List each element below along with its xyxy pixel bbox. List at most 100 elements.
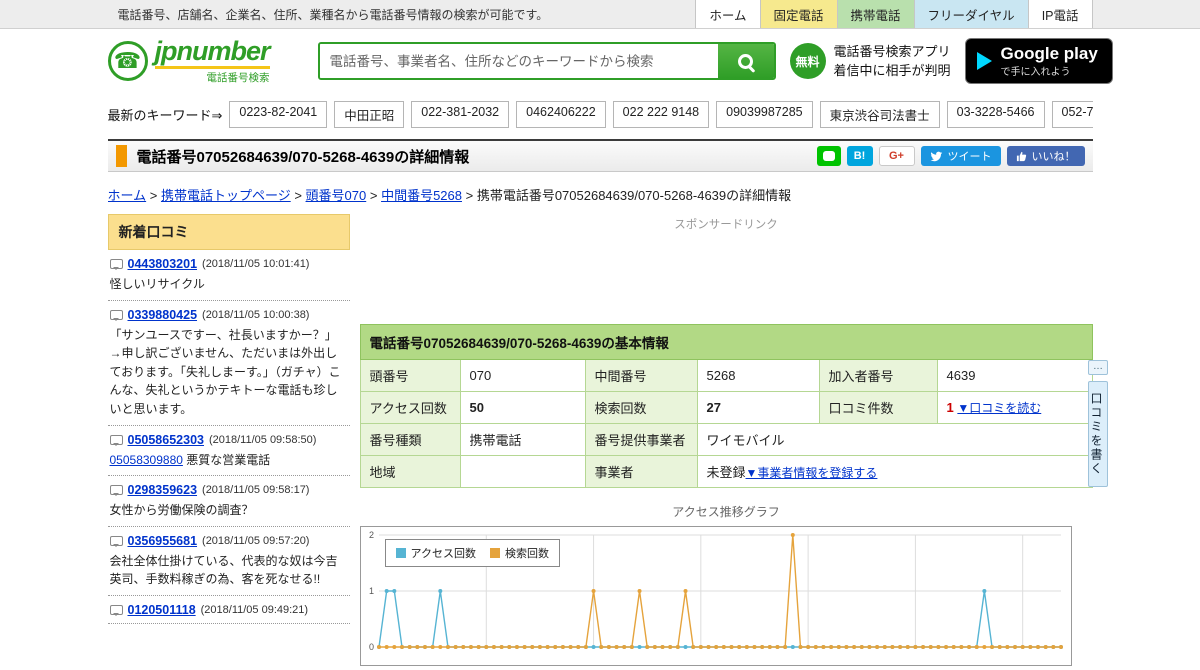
table-row: 頭番号 070 中間番号 5268 加入者番号 4639 xyxy=(359,359,1093,392)
page-title: 電話番号07052684639/070-5268-4639の詳細情報 xyxy=(136,148,470,166)
widget-dots[interactable]: … xyxy=(1088,360,1108,375)
breadcrumb-link[interactable]: 携帯電話トップページ xyxy=(161,188,291,203)
logo-wordmark: jpnumber xyxy=(154,37,271,69)
keyword-label: 最新のキーワード⇒ xyxy=(107,107,223,123)
keyword-list: 0223-82-2041 中田正昭 022-381-2032 0462406222 02… xyxy=(229,100,1093,128)
google-play-badge[interactable]: Google play で手に入れよう xyxy=(964,38,1113,84)
review-phone-link[interactable]: 0298359623 xyxy=(128,483,198,497)
comment-bubble-icon xyxy=(109,259,123,270)
read-reviews-link[interactable]: ▼口コミを読む xyxy=(957,401,1041,415)
info-label: 地域 xyxy=(359,455,461,488)
search-icon xyxy=(738,53,753,69)
carrier-value: ワイモバイル xyxy=(696,423,1093,456)
info-value: 携帯電話 xyxy=(459,423,586,456)
write-review-tab[interactable]: 口コミを書く xyxy=(1088,381,1108,487)
review-phone-link[interactable]: 0356955681 xyxy=(128,534,198,548)
top-strip: 電話番号、店舗名、企業名、住所、業種名から電話番号情報の検索が可能です。 ホーム… xyxy=(0,0,1200,29)
social-buttons: B! G+ ツイート いいね！ xyxy=(816,146,1085,166)
breadcrumb-separator: > xyxy=(366,188,382,203)
line-icon xyxy=(822,151,835,161)
nav-item[interactable]: ホーム xyxy=(695,0,760,28)
tweet-button[interactable]: ツイート xyxy=(920,146,1001,166)
info-label: 事業者 xyxy=(584,455,698,488)
title-bar: 電話番号07052684639/070-5268-4639の詳細情報 B! G+… xyxy=(107,139,1093,172)
review-phone-link[interactable]: 0443803201 xyxy=(128,257,198,271)
review-item: 0298359623 (2018/11/05 09:58:17) 女性から労働保険の… xyxy=(107,476,350,527)
svg-text:1: 1 xyxy=(368,586,373,596)
breadcrumb-separator: > xyxy=(146,188,161,203)
line-share-button[interactable] xyxy=(816,146,841,166)
keyword-link[interactable]: 0223-82-2041 xyxy=(229,100,328,128)
app-promo[interactable]: 無料 電話番号検索アプリ 着信中に相手が判明 xyxy=(789,42,951,81)
main-content: スポンサードリンク 電話番号07052684639/070-5268-4639の… xyxy=(359,214,1093,666)
keyword-link[interactable]: 052-753-3553 xyxy=(1051,100,1093,128)
keyword-link[interactable]: 09039987285 xyxy=(716,100,813,128)
review-timestamp: (2018/11/05 09:49:21) xyxy=(200,603,309,616)
business-status: 未登録 xyxy=(706,465,746,480)
thumb-up-icon xyxy=(1016,151,1026,161)
facebook-like-button[interactable]: いいね！ xyxy=(1006,146,1085,166)
keyword-link[interactable]: 中田正昭 xyxy=(334,100,405,128)
info-label: 加入者番号 xyxy=(818,359,938,392)
review-comment: 「サンユースですー、社長いますかー？」→申し訳ございません、ただいまは外出してお… xyxy=(109,327,341,416)
keyword-link[interactable]: 022-381-2032 xyxy=(411,100,510,128)
review-item: 05058652303 (2018/11/05 09:58:50) 05058309… xyxy=(107,426,350,477)
site-logo[interactable]: ☎ jpnumber 電話番号検索 xyxy=(107,37,304,85)
twitter-bird-icon xyxy=(930,151,942,161)
review-timestamp: (2018/11/05 09:58:17) xyxy=(202,484,310,497)
breadcrumb-link[interactable]: 頭番号070 xyxy=(306,188,367,203)
review-timestamp: (2018/11/05 09:58:50) xyxy=(208,433,317,446)
legend-swatch xyxy=(395,548,406,558)
comment-bubble-icon xyxy=(109,434,123,446)
review-timestamp: (2018/11/05 10:01:41) xyxy=(202,258,310,270)
keyword-link[interactable]: 022 222 9148 xyxy=(612,100,710,128)
ad-space xyxy=(360,232,1093,324)
tweet-label: ツイート xyxy=(947,151,992,163)
keyword-link[interactable]: 03-3228-5466 xyxy=(946,100,1045,128)
legend-item: アクセス回数 xyxy=(395,545,476,561)
review-list: 0443803201 (2018/11/05 10:01:41) 怪しいリサイクル 0… xyxy=(107,250,350,624)
table-row: 番号種類 携帯電話 番号提供事業者 ワイモバイル xyxy=(359,423,1093,456)
nav-item[interactable]: IP電話 xyxy=(1027,0,1093,28)
breadcrumb-separator: > xyxy=(461,188,477,203)
breadcrumb-link[interactable]: ホーム xyxy=(108,188,147,203)
svg-text:2: 2 xyxy=(368,530,373,540)
access-count: 50 xyxy=(459,391,586,424)
table-row: アクセス回数 50 検索回数 27 口コミ件数 1 ▼口コミを読む xyxy=(359,391,1093,424)
site-tagline: 電話番号、店舗名、企業名、住所、業種名から電話番号情報の検索が可能です。 xyxy=(117,7,549,22)
side-widget: … 口コミを書く xyxy=(1088,360,1108,487)
search-input[interactable] xyxy=(319,44,718,78)
sponsored-label: スポンサードリンク xyxy=(674,219,778,231)
nav-item[interactable]: フリーダイヤル xyxy=(913,0,1028,28)
review-item: 0356955681 (2018/11/05 09:57:20) 会社全体仕掛けてい… xyxy=(107,527,350,596)
google-plus-button[interactable]: G+ xyxy=(878,146,915,166)
nav-item[interactable]: 携帯電話 xyxy=(836,0,914,28)
register-business-link[interactable]: ▼事業者情報を登録する xyxy=(746,466,878,480)
info-label: 中間番号 xyxy=(584,359,698,392)
info-table-title: 電話番号07052684639/070-5268-4639の基本情報 xyxy=(359,324,1093,360)
info-label: 口コミ件数 xyxy=(818,391,938,424)
business-cell: 未登録▼事業者情報を登録する xyxy=(696,455,1093,488)
content: 新着口コミ 0443803201 (2018/11/05 10:01:41) 怪しい… xyxy=(107,214,1093,666)
info-value: 070 xyxy=(459,359,586,392)
info-value: 4639 xyxy=(936,359,1093,392)
free-badge: 無料 xyxy=(789,43,826,79)
nav-item[interactable]: 固定電話 xyxy=(759,0,837,28)
review-phone-link[interactable]: 0120501118 xyxy=(128,603,196,617)
review-phone-link[interactable]: 0339880425 xyxy=(128,308,198,322)
keyword-link[interactable]: 東京渋谷司法書士 xyxy=(819,100,940,128)
comment-bubble-icon xyxy=(109,535,123,547)
sidebar: 新着口コミ 0443803201 (2018/11/05 10:01:41) 怪しい… xyxy=(107,214,350,624)
search-button[interactable] xyxy=(717,44,774,78)
basic-info-table: 電話番号07052684639/070-5268-4639の基本情報 頭番号 0… xyxy=(359,324,1093,488)
info-label: 検索回数 xyxy=(584,391,698,424)
review-comment-link[interactable]: 05058309880 xyxy=(110,453,183,467)
review-item: 0120501118 (2018/11/05 09:49:21) xyxy=(107,596,350,624)
keyword-link[interactable]: 0462406222 xyxy=(516,100,606,128)
breadcrumb-link[interactable]: 中間番号5268 xyxy=(381,188,462,203)
review-phone-link[interactable]: 05058652303 xyxy=(128,433,204,447)
review-comment: 怪しいリサイクル xyxy=(109,277,205,291)
sidebar-title: 新着口コミ xyxy=(107,214,350,250)
comment-bubble-icon xyxy=(109,604,123,616)
hatena-button[interactable]: B! xyxy=(846,146,873,166)
